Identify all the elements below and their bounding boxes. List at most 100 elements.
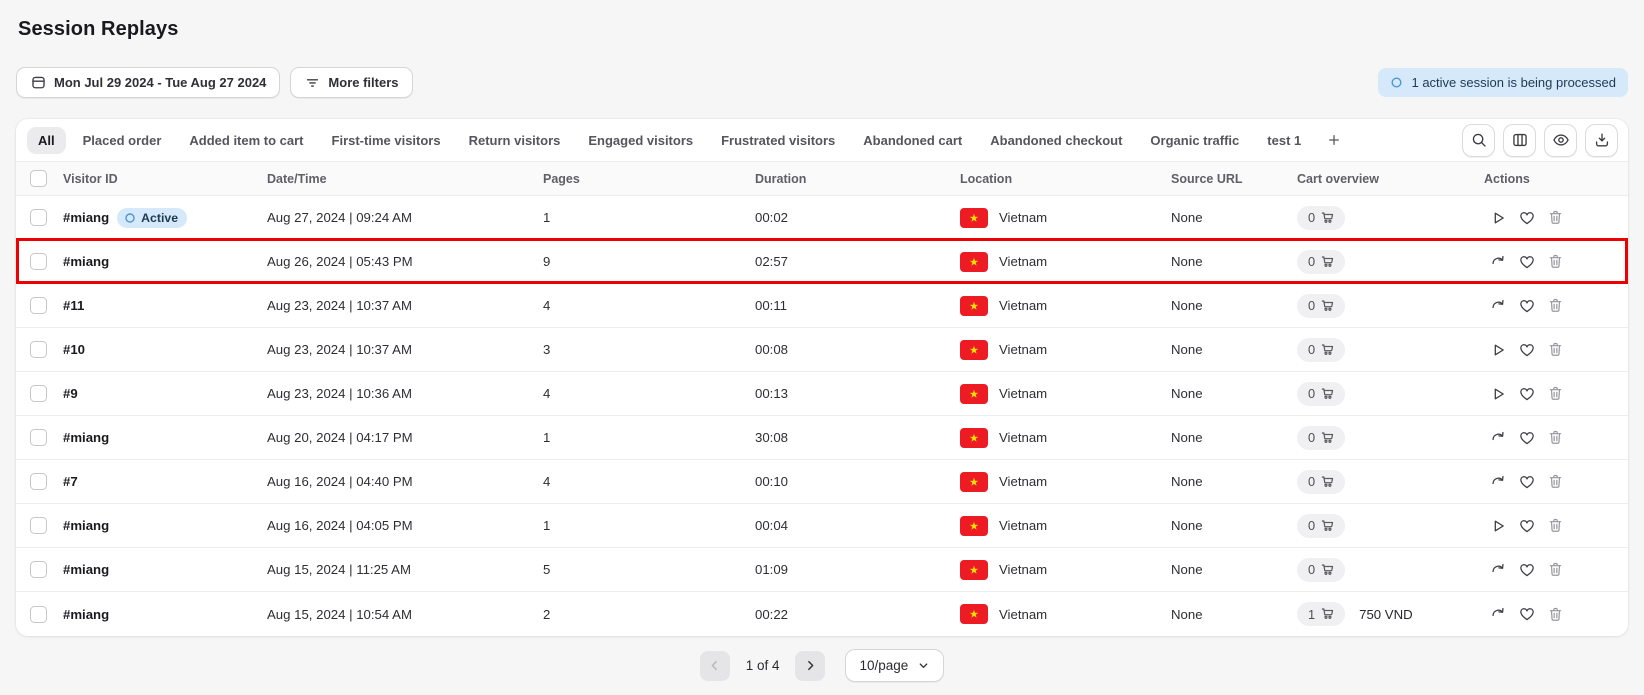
heart-icon — [1518, 561, 1536, 579]
row-checkbox[interactable] — [30, 561, 47, 578]
session-row[interactable]: #miangAug 26, 2024 | 05:43 PM902:57Vietn… — [16, 240, 1628, 284]
row-checkbox[interactable] — [30, 209, 47, 226]
more-filters-button[interactable]: More filters — [290, 67, 412, 98]
session-row[interactable]: #9Aug 23, 2024 | 10:36 AM400:13VietnamNo… — [16, 372, 1628, 416]
favorite-session-button[interactable] — [1513, 556, 1540, 583]
search-button[interactable] — [1462, 124, 1495, 157]
next-page-button[interactable] — [795, 651, 825, 681]
favorite-session-button[interactable] — [1513, 424, 1540, 451]
tab-first-time-visitors[interactable]: First-time visitors — [321, 127, 452, 154]
columns-button[interactable] — [1503, 124, 1536, 157]
cart-count: 0 — [1308, 474, 1315, 489]
tab-engaged-visitors[interactable]: Engaged visitors — [577, 127, 704, 154]
row-checkbox[interactable] — [30, 341, 47, 358]
active-circle-icon — [124, 212, 136, 224]
delete-session-button[interactable] — [1542, 248, 1569, 275]
session-row[interactable]: #miangAug 16, 2024 | 04:05 PM100:04Vietn… — [16, 504, 1628, 548]
preview-button[interactable] — [1544, 124, 1577, 157]
play-session-button[interactable] — [1484, 512, 1511, 539]
delete-session-button[interactable] — [1542, 380, 1569, 407]
visitor-id: #miang — [63, 518, 109, 533]
select-all-checkbox[interactable] — [30, 170, 47, 187]
row-checkbox[interactable] — [30, 297, 47, 314]
cart-overview-pill: 0 — [1297, 470, 1345, 494]
row-checkbox[interactable] — [30, 517, 47, 534]
play-session-button[interactable] — [1484, 380, 1511, 407]
column-header-source-url[interactable]: Source URL — [1171, 172, 1297, 186]
delete-session-button[interactable] — [1542, 601, 1569, 628]
tab-frustrated-visitors[interactable]: Frustrated visitors — [710, 127, 846, 154]
row-checkbox[interactable] — [30, 429, 47, 446]
table-header-row: Visitor ID Date/Time Pages Duration Loca… — [16, 161, 1628, 196]
replay-session-button[interactable] — [1484, 424, 1511, 451]
cart-icon — [1320, 430, 1336, 446]
tab-placed-order[interactable]: Placed order — [72, 127, 173, 154]
source-url: None — [1171, 474, 1297, 489]
delete-session-button[interactable] — [1542, 556, 1569, 583]
tab-abandoned-cart[interactable]: Abandoned cart — [852, 127, 973, 154]
visitor-id: #miang — [63, 254, 109, 269]
delete-session-button[interactable] — [1542, 204, 1569, 231]
heart-icon — [1518, 341, 1536, 359]
session-row[interactable]: #11Aug 23, 2024 | 10:37 AM400:11VietnamN… — [16, 284, 1628, 328]
session-row[interactable]: #7Aug 16, 2024 | 04:40 PM400:10VietnamNo… — [16, 460, 1628, 504]
export-button[interactable] — [1585, 124, 1618, 157]
favorite-session-button[interactable] — [1513, 380, 1540, 407]
row-checkbox[interactable] — [30, 385, 47, 402]
replay-session-button[interactable] — [1484, 468, 1511, 495]
location-name: Vietnam — [999, 298, 1047, 313]
session-row[interactable]: #miangAug 15, 2024 | 11:25 AM501:09Vietn… — [16, 548, 1628, 592]
tab-organic-traffic[interactable]: Organic traffic — [1139, 127, 1250, 154]
favorite-session-button[interactable] — [1513, 512, 1540, 539]
favorite-session-button[interactable] — [1513, 336, 1540, 363]
session-row[interactable]: #miangActiveAug 27, 2024 | 09:24 AM100:0… — [16, 196, 1628, 240]
column-header-cart-overview[interactable]: Cart overview — [1297, 172, 1484, 186]
favorite-session-button[interactable] — [1513, 468, 1540, 495]
replay-session-button[interactable] — [1484, 556, 1511, 583]
replay-session-button[interactable] — [1484, 601, 1511, 628]
replay-session-button[interactable] — [1484, 292, 1511, 319]
add-view-button[interactable] — [1318, 128, 1350, 152]
view-tabs: AllPlaced orderAdded item to cart First-t… — [27, 127, 1462, 154]
favorite-session-button[interactable] — [1513, 601, 1540, 628]
column-header-pages[interactable]: Pages — [543, 172, 755, 186]
session-pages: 2 — [543, 607, 755, 622]
row-checkbox[interactable] — [30, 473, 47, 490]
tab-added-item-to-cart[interactable]: Added item to cart — [178, 127, 314, 154]
column-header-location[interactable]: Location — [960, 172, 1171, 186]
session-row[interactable]: #miangAug 20, 2024 | 04:17 PM130:08Vietn… — [16, 416, 1628, 460]
date-range-button[interactable]: Mon Jul 29 2024 - Tue Aug 27 2024 — [16, 67, 280, 98]
heart-icon — [1518, 209, 1536, 227]
location-name: Vietnam — [999, 210, 1047, 225]
tab-return-visitors[interactable]: Return visitors — [458, 127, 572, 154]
delete-session-button[interactable] — [1542, 336, 1569, 363]
delete-session-button[interactable] — [1542, 468, 1569, 495]
delete-session-button[interactable] — [1542, 424, 1569, 451]
delete-session-button[interactable] — [1542, 512, 1569, 539]
tab-all[interactable]: All — [27, 127, 66, 154]
row-checkbox[interactable] — [30, 253, 47, 270]
favorite-session-button[interactable] — [1513, 292, 1540, 319]
visitor-id: #miang — [63, 607, 109, 622]
cart-count: 0 — [1308, 210, 1315, 225]
column-header-datetime[interactable]: Date/Time — [267, 172, 543, 186]
session-row[interactable]: #10Aug 23, 2024 | 10:37 AM300:08VietnamN… — [16, 328, 1628, 372]
play-session-button[interactable] — [1484, 336, 1511, 363]
replay-session-button[interactable] — [1484, 248, 1511, 275]
favorite-session-button[interactable] — [1513, 248, 1540, 275]
table-toolbar — [1462, 124, 1618, 157]
play-session-button[interactable] — [1484, 204, 1511, 231]
tab-test-1[interactable]: test 1 — [1256, 127, 1312, 154]
row-checkbox[interactable] — [30, 606, 47, 623]
session-row[interactable]: #miangAug 15, 2024 | 10:54 AM200:22Vietn… — [16, 592, 1628, 636]
delete-session-button[interactable] — [1542, 292, 1569, 319]
tab-abandoned-checkout[interactable]: Abandoned checkout — [979, 127, 1133, 154]
session-pages: 4 — [543, 386, 755, 401]
prev-page-button[interactable] — [700, 651, 730, 681]
cart-count: 0 — [1308, 386, 1315, 401]
page-size-select[interactable]: 10/page — [845, 649, 944, 682]
location-name: Vietnam — [999, 342, 1047, 357]
favorite-session-button[interactable] — [1513, 204, 1540, 231]
column-header-visitor-id[interactable]: Visitor ID — [63, 172, 267, 186]
column-header-duration[interactable]: Duration — [755, 172, 960, 186]
